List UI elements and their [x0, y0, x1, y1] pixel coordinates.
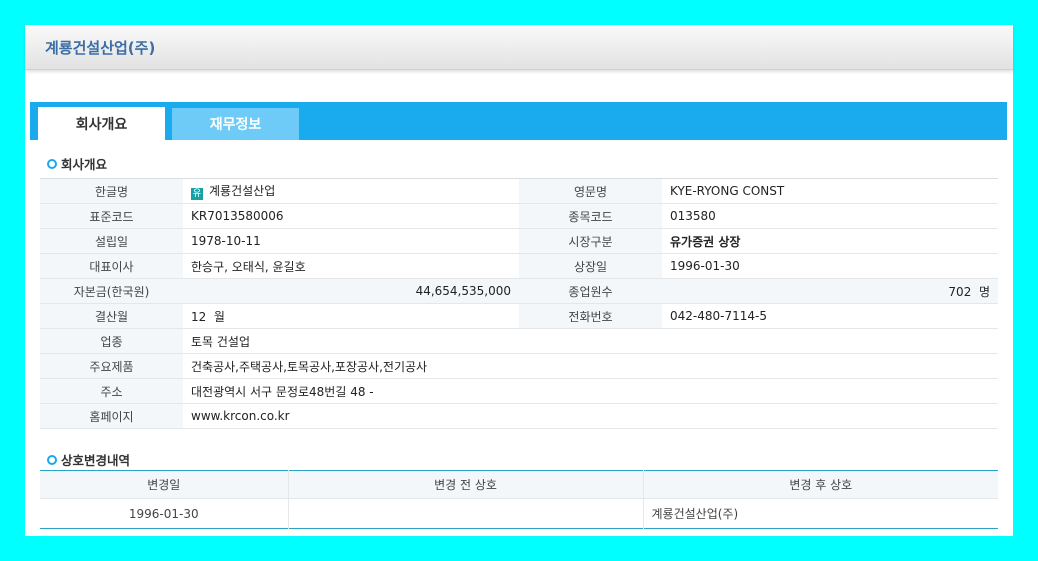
history-heading-text: 상호변경내역 — [61, 453, 131, 468]
table-row: 주요제품 건축공사,주택공사,토목공사,포장공사,전기공사 — [40, 353, 998, 379]
table-row: 주소 대전광역시 서구 문정로48번길 48 - — [40, 378, 998, 404]
value-fiscal-month: 12 월 — [183, 303, 519, 329]
value-korean-name: 유 계룡건설산업 — [183, 178, 519, 204]
value-phone: 042-480-7114-5 — [662, 303, 998, 329]
securities-badge-icon: 유 — [191, 188, 203, 200]
label-standard-code: 표준코드 — [40, 203, 183, 229]
label-phone: 전화번호 — [519, 303, 662, 329]
value-stock-code: 013580 — [662, 203, 998, 229]
value-main-products: 건축공사,주택공사,토목공사,포장공사,전기공사 — [183, 353, 998, 379]
company-panel: 계룡건설산업(주) 회사개요 재무정보 회사개요 한글명 유 계룡건설산업 영문명… — [25, 25, 1013, 536]
table-row: 결산월 12 월 전화번호 042-480-7114-5 — [40, 303, 998, 329]
label-market-type: 시장구분 — [519, 228, 662, 254]
label-korean-name: 한글명 — [40, 178, 183, 204]
table-row: 홈페이지 www.krcon.co.kr — [40, 403, 998, 429]
company-info-table: 한글명 유 계룡건설산업 영문명 KYE-RYONG CONST 표준코드 KR7… — [40, 178, 998, 429]
value-homepage: www.krcon.co.kr — [183, 403, 998, 429]
label-main-products: 주요제품 — [40, 353, 183, 379]
value-standard-code: KR7013580006 — [183, 203, 519, 229]
value-industry: 토목 건설업 — [183, 328, 998, 354]
tab-financial-info[interactable]: 재무정보 — [172, 108, 299, 140]
table-row: 업종 토목 건설업 — [40, 328, 998, 354]
cell-change-date: 1996-01-30 — [128, 506, 199, 521]
value-founded-date: 1978-10-11 — [183, 228, 519, 254]
history-heading: 상호변경내역 — [47, 450, 130, 469]
table-row: 표준코드 KR7013580006 종목코드 013580 — [40, 203, 998, 229]
value-employees: 702 명 — [662, 278, 998, 304]
circle-bullet-icon — [47, 454, 57, 465]
table-row: 대표이사 한승구, 오태식, 윤길호 상장일 1996-01-30 — [40, 253, 998, 279]
value-ceo: 한승구, 오태식, 윤길호 — [183, 253, 519, 279]
col-name-after: 변경 후 상호 — [642, 470, 998, 499]
circle-bullet-icon — [47, 158, 57, 169]
page-title: 계룡건설산업(주) — [45, 39, 156, 57]
title-bar: 계룡건설산업(주) — [25, 25, 1013, 70]
table-row: 1996-01-30 계룡건설산업(주) — [40, 498, 998, 529]
table-row: 자본금(한국원) 44,654,535,000 종업원수 702 명 — [40, 278, 998, 304]
label-stock-code: 종목코드 — [519, 203, 662, 229]
overview-heading-text: 회사개요 — [61, 157, 108, 172]
tab-company-overview[interactable]: 회사개요 — [38, 107, 165, 140]
label-ceo: 대표이사 — [40, 253, 183, 279]
label-english-name: 영문명 — [519, 178, 662, 204]
label-address: 주소 — [40, 378, 183, 404]
cell-name-after: 계룡건설산업(주) — [642, 498, 998, 529]
cell-name-before — [287, 498, 643, 529]
table-header-row: 변경일 변경 전 상호 변경 후 상호 — [40, 470, 998, 499]
col-change-date: 변경일 — [40, 470, 288, 499]
col-name-before: 변경 전 상호 — [287, 470, 643, 499]
overview-heading: 회사개요 — [47, 154, 107, 173]
tab-bar: 회사개요 재무정보 — [30, 102, 1007, 140]
korean-name-text: 계룡건설산업 — [209, 184, 276, 198]
value-english-name: KYE-RYONG CONST — [662, 178, 998, 204]
value-address: 대전광역시 서구 문정로48번길 48 - — [183, 378, 998, 404]
label-capital: 자본금(한국원) — [40, 278, 183, 304]
label-fiscal-month: 결산월 — [40, 303, 183, 329]
label-listing-date: 상장일 — [519, 253, 662, 279]
table-row: 한글명 유 계룡건설산업 영문명 KYE-RYONG CONST — [40, 178, 998, 204]
label-employees: 종업원수 — [519, 278, 662, 304]
label-founded-date: 설립일 — [40, 228, 183, 254]
value-capital: 44,654,535,000 — [183, 278, 519, 304]
table-row: 설립일 1978-10-11 시장구분 유가증권 상장 — [40, 228, 998, 254]
value-listing-date: 1996-01-30 — [662, 253, 998, 279]
homepage-link[interactable]: www.krcon.co.kr — [191, 409, 290, 423]
label-industry: 업종 — [40, 328, 183, 354]
value-market-type: 유가증권 상장 — [662, 228, 998, 254]
name-change-table: 변경일 변경 전 상호 변경 후 상호 1996-01-30 계룡건설산업(주) — [40, 470, 998, 529]
label-homepage: 홈페이지 — [40, 403, 183, 429]
